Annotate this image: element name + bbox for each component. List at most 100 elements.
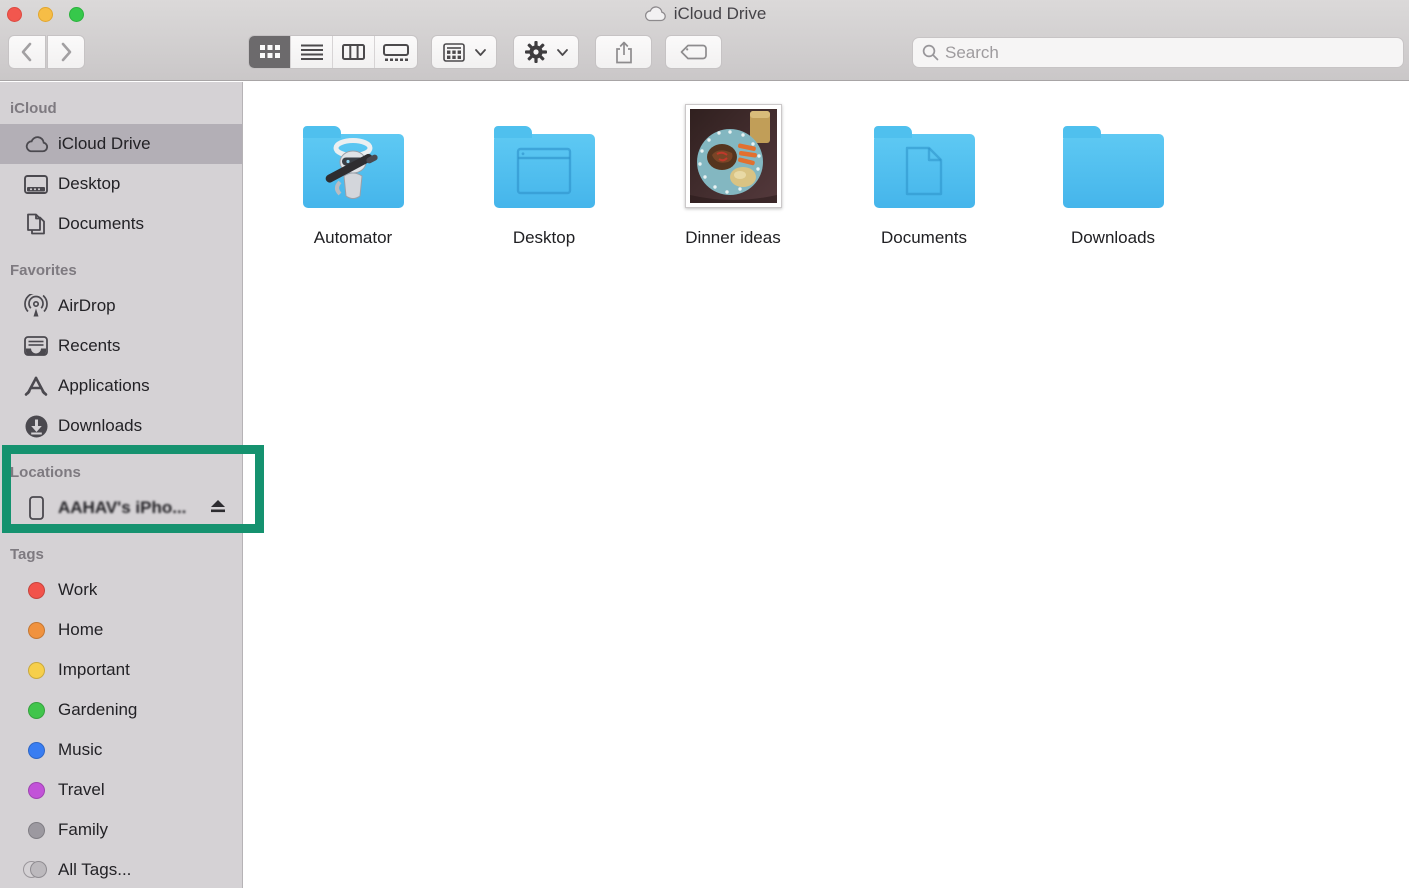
sidebar-item-all-tags[interactable]: All Tags... xyxy=(0,850,242,888)
document-glyph xyxy=(905,146,943,196)
desktop-window-glyph xyxy=(516,147,572,195)
cloud-icon xyxy=(23,131,49,157)
sidebar-item-tag-home[interactable]: Home xyxy=(0,610,242,650)
list-view-icon xyxy=(301,44,323,60)
tags-button[interactable] xyxy=(665,35,722,69)
sidebar-item-tag-family[interactable]: Family xyxy=(0,810,242,850)
sidebar-item-applications[interactable]: Applications xyxy=(0,366,242,406)
section-header-tags: Tags xyxy=(0,540,242,570)
actions-button[interactable] xyxy=(513,35,579,69)
search-input[interactable] xyxy=(945,43,1394,63)
sidebar-item-recents[interactable]: Recents xyxy=(0,326,242,366)
gear-icon xyxy=(525,41,547,63)
sidebar-item-label: Recents xyxy=(58,336,120,356)
sidebar-section-favorites: Favorites AirDrop xyxy=(0,244,242,446)
sidebar-item-icloud-drive[interactable]: iCloud Drive xyxy=(0,124,242,164)
sidebar-item-desktop[interactable]: Desktop xyxy=(0,164,242,204)
sidebar: iCloud iCloud Drive Desktop xyxy=(0,82,243,888)
sidebar-item-airdrop[interactable]: AirDrop xyxy=(0,286,242,326)
documents-icon xyxy=(23,211,49,237)
file-label: Desktop xyxy=(469,228,619,248)
file-item-desktop[interactable]: Desktop xyxy=(469,96,619,248)
recents-icon xyxy=(23,333,49,359)
sidebar-item-label: AirDrop xyxy=(58,296,116,316)
share-icon xyxy=(615,41,633,64)
download-circle-icon xyxy=(23,413,49,439)
window-chrome: iCloud Drive xyxy=(0,0,1409,81)
desktop-icon xyxy=(23,171,49,197)
desktop-folder-icon xyxy=(494,134,595,208)
sidebar-item-label: Desktop xyxy=(58,174,120,194)
cloud-proxy-icon xyxy=(643,6,667,22)
section-header-locations: Locations xyxy=(0,458,242,488)
file-label: Dinner ideas xyxy=(658,228,808,248)
share-button[interactable] xyxy=(595,35,652,69)
sidebar-item-tag-work[interactable]: Work xyxy=(0,570,242,610)
gallery-view-icon xyxy=(383,44,409,61)
sidebar-item-tag-important[interactable]: Important xyxy=(0,650,242,690)
automator-folder-icon xyxy=(303,134,404,208)
toolbar xyxy=(0,28,1409,80)
column-view-icon xyxy=(342,44,365,60)
section-header-icloud: iCloud xyxy=(0,94,242,124)
sidebar-section-tags: Tags Work Home Important Gardening Music xyxy=(0,528,242,888)
airdrop-icon xyxy=(23,293,49,319)
file-item-documents[interactable]: Documents xyxy=(849,96,999,248)
forward-button[interactable] xyxy=(47,35,85,69)
sidebar-item-label: Downloads xyxy=(58,416,142,436)
list-view-button[interactable] xyxy=(291,35,333,69)
tag-color-dot-gray xyxy=(28,822,45,839)
all-tags-icon xyxy=(23,861,49,879)
file-label: Downloads xyxy=(1038,228,1188,248)
iphone-icon xyxy=(23,495,49,521)
tag-color-dot-blue xyxy=(28,742,45,759)
tag-label: Family xyxy=(58,820,108,840)
automator-robot-icon xyxy=(322,138,384,204)
applications-icon xyxy=(23,373,49,399)
chevron-down-icon xyxy=(557,49,568,56)
tag-color-dot-orange xyxy=(28,622,45,639)
documents-folder-icon xyxy=(874,134,975,208)
tag-color-dot-yellow xyxy=(28,662,45,679)
iphone-device-name: AAHAV's iPho... xyxy=(58,498,186,518)
gallery-view-button[interactable] xyxy=(375,35,417,69)
tag-label: Gardening xyxy=(58,700,137,720)
finder-window: iCloud Drive xyxy=(0,0,1409,888)
sidebar-item-label: Documents xyxy=(58,214,144,234)
view-mode-segmented-control xyxy=(248,35,418,69)
sidebar-item-iphone[interactable]: AAHAV's iPho... xyxy=(0,488,242,528)
title-bar: iCloud Drive xyxy=(0,0,1409,28)
sidebar-section-locations: Locations AAHAV's iPho... xyxy=(0,446,242,528)
file-item-downloads[interactable]: Downloads xyxy=(1038,96,1188,248)
sidebar-item-documents[interactable]: Documents xyxy=(0,204,242,244)
sidebar-item-tag-gardening[interactable]: Gardening xyxy=(0,690,242,730)
icon-view-button[interactable] xyxy=(249,35,291,69)
file-item-automator[interactable]: Automator xyxy=(278,96,428,248)
file-label: Automator xyxy=(278,228,428,248)
eject-icon[interactable] xyxy=(210,499,226,518)
sidebar-section-icloud: iCloud iCloud Drive Desktop xyxy=(0,82,242,244)
group-by-button[interactable] xyxy=(431,35,497,69)
tag-color-dot-green xyxy=(28,702,45,719)
sidebar-item-downloads[interactable]: Downloads xyxy=(0,406,242,446)
file-label: Documents xyxy=(849,228,999,248)
column-view-button[interactable] xyxy=(333,35,375,69)
file-item-dinner-ideas[interactable]: Dinner ideas xyxy=(658,96,808,248)
tag-color-dot-red xyxy=(28,582,45,599)
search-field[interactable] xyxy=(912,37,1404,68)
tag-label: Music xyxy=(58,740,102,760)
sidebar-item-label: iCloud Drive xyxy=(58,134,151,154)
tag-label: Important xyxy=(58,660,130,680)
sidebar-item-tag-travel[interactable]: Travel xyxy=(0,770,242,810)
section-header-favorites: Favorites xyxy=(0,256,242,286)
window-title-text: iCloud Drive xyxy=(674,4,767,24)
tag-label: All Tags... xyxy=(58,860,131,880)
search-icon xyxy=(922,44,939,61)
sidebar-item-tag-music[interactable]: Music xyxy=(0,730,242,770)
chevron-right-icon xyxy=(60,42,72,62)
tag-label: Travel xyxy=(58,780,105,800)
dinner-ideas-photo-thumbnail xyxy=(685,104,782,208)
back-button[interactable] xyxy=(8,35,46,69)
chevron-down-icon xyxy=(475,49,486,56)
tag-label: Work xyxy=(58,580,97,600)
